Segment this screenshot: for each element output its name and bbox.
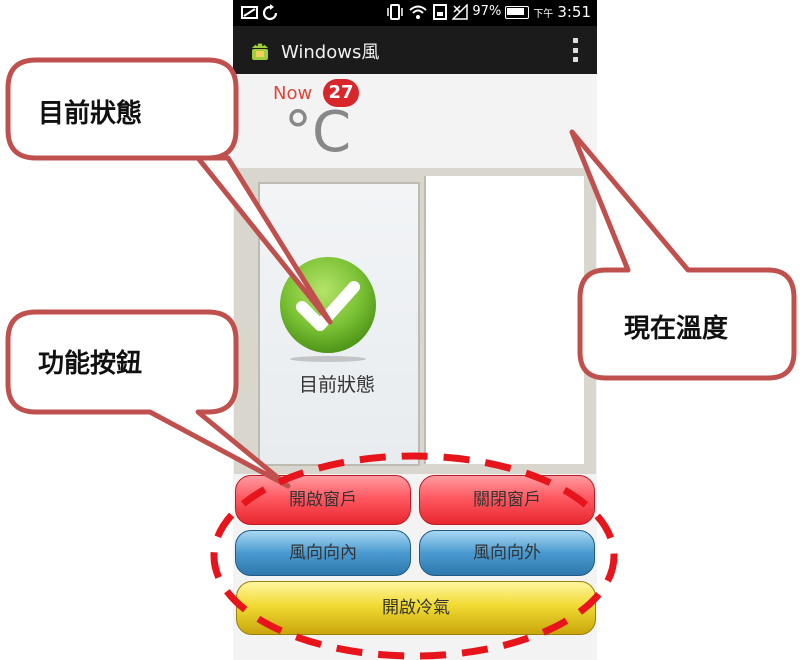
callout-current-status-label: 目前狀態 [38, 99, 143, 129]
callout-function-buttons [5, 309, 291, 489]
callout-current-temperature-label: 現在溫度 [624, 314, 729, 344]
dashed-ellipse [210, 452, 618, 660]
callout-function-buttons-label: 功能按鈕 [38, 349, 143, 379]
